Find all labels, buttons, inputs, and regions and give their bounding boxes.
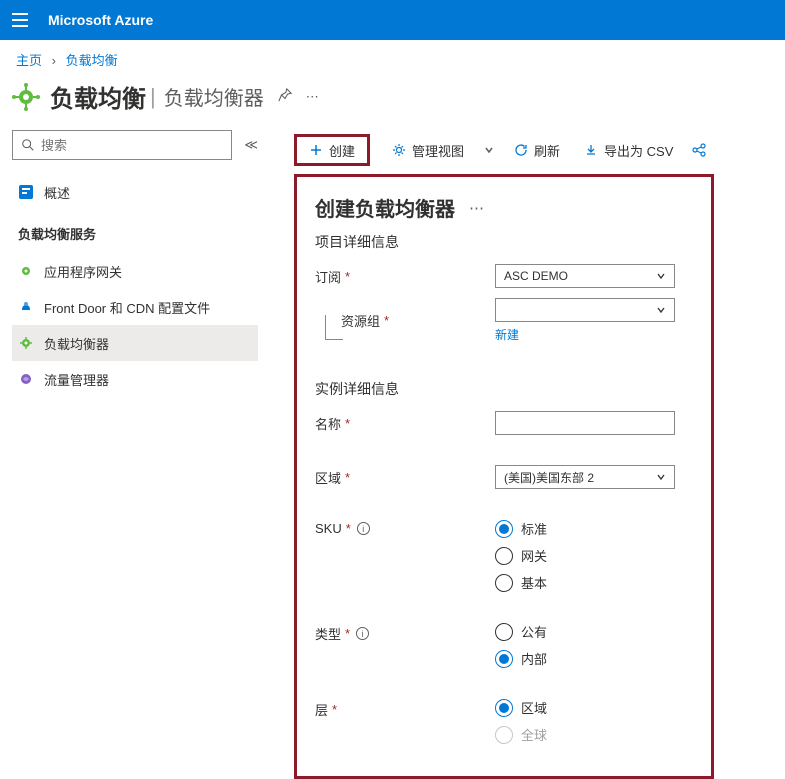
sidebar-item-appgateway[interactable]: 应用程序网关 xyxy=(12,253,258,289)
chevron-right-icon: › xyxy=(52,53,56,68)
sku-label: SKU* i xyxy=(315,519,495,536)
info-icon[interactable]: i xyxy=(356,627,369,640)
breadcrumb: 主页 › 负载均衡 xyxy=(0,40,785,79)
overview-icon xyxy=(18,184,34,200)
sidebar-item-label: 负载均衡器 xyxy=(44,334,109,353)
sidebar-collapse-icon[interactable]: ≪ xyxy=(244,137,258,153)
type-radio-internal[interactable]: 内部 xyxy=(495,649,693,668)
toolbar-label: 导出为 CSV xyxy=(604,141,673,160)
sidebar-item-loadbalancer[interactable]: 负载均衡器 xyxy=(12,325,258,361)
section-instance-label: 实例详细信息 xyxy=(315,379,693,399)
sidebar-item-label: 流量管理器 xyxy=(44,370,109,389)
region-select[interactable]: (美国)美国东部 2 xyxy=(495,465,675,489)
sku-radio-basic[interactable]: 基本 xyxy=(495,573,693,592)
sidebar-item-frontdoor[interactable]: Front Door 和 CDN 配置文件 xyxy=(12,289,258,325)
trafficmanager-icon xyxy=(18,371,34,387)
azure-topbar: Microsoft Azure xyxy=(0,0,785,40)
name-input[interactable] xyxy=(495,411,675,435)
region-label: 区域* xyxy=(315,468,495,487)
subscription-label: 订阅* xyxy=(315,267,495,286)
sidebar-item-label: Front Door 和 CDN 配置文件 xyxy=(44,298,210,317)
toolbar-label: 创建 xyxy=(329,141,355,160)
pin-icon[interactable] xyxy=(278,88,292,105)
chevron-down-icon xyxy=(656,271,666,281)
share-button[interactable] xyxy=(685,134,719,166)
loadbalancer-icon xyxy=(18,335,34,351)
breadcrumb-home[interactable]: 主页 xyxy=(16,53,42,68)
section-project-label: 项目详细信息 xyxy=(315,232,693,252)
hamburger-icon[interactable] xyxy=(12,13,28,27)
type-label: 类型* i xyxy=(315,622,495,643)
info-icon[interactable]: i xyxy=(357,522,370,535)
load-balancer-icon xyxy=(12,83,40,111)
download-icon xyxy=(584,143,598,157)
title-divider: | xyxy=(150,84,156,110)
sku-radio-gateway[interactable]: 网关 xyxy=(495,546,693,565)
share-icon xyxy=(691,142,707,158)
refresh-icon xyxy=(514,143,528,157)
type-radio-public[interactable]: 公有 xyxy=(495,622,693,641)
search-input-wrapper[interactable] xyxy=(12,130,232,160)
manage-view-button[interactable]: 管理视图 xyxy=(380,134,476,166)
brand-label: Microsoft Azure xyxy=(48,12,153,28)
sidebar-item-label: 应用程序网关 xyxy=(44,262,122,281)
main-content: 创建 管理视图 刷新 导出为 CSV 创建负载均衡器 ⋯ xyxy=(270,130,785,779)
tier-radio-global: 全球 xyxy=(495,725,693,744)
sidebar-item-label: 概述 xyxy=(44,183,70,202)
create-form-panel: 创建负载均衡器 ⋯ 项目详细信息 订阅* ASC DEMO 资源组* xyxy=(294,174,714,779)
new-resource-group-link[interactable]: 新建 xyxy=(495,326,693,343)
resource-group-label: 资源组* xyxy=(341,311,495,330)
more-icon[interactable]: ⋯ xyxy=(469,199,484,217)
toolbar: 创建 管理视图 刷新 导出为 CSV xyxy=(294,130,785,170)
sidebar: ≪ 概述 负载均衡服务 应用程序网关 Front Door 和 CDN 配置文件… xyxy=(0,130,270,779)
search-icon xyxy=(21,138,35,152)
frontdoor-icon xyxy=(18,299,34,315)
plus-icon xyxy=(309,143,323,157)
subscription-select[interactable]: ASC DEMO xyxy=(495,264,675,288)
sku-radio-standard[interactable]: 标准 xyxy=(495,519,693,538)
sidebar-item-trafficmanager[interactable]: 流量管理器 xyxy=(12,361,258,397)
chevron-down-icon[interactable] xyxy=(484,143,494,158)
toolbar-label: 刷新 xyxy=(534,141,560,160)
form-title: 创建负载均衡器 xyxy=(315,193,455,222)
refresh-button[interactable]: 刷新 xyxy=(502,134,572,166)
sidebar-section-header: 负载均衡服务 xyxy=(12,210,258,253)
page-title: 负载均衡 xyxy=(50,79,146,114)
search-input[interactable] xyxy=(41,138,223,153)
tier-radio-regional[interactable]: 区域 xyxy=(495,698,693,717)
sidebar-item-overview[interactable]: 概述 xyxy=(12,174,258,210)
chevron-down-icon xyxy=(656,305,666,315)
name-label: 名称* xyxy=(315,414,495,433)
breadcrumb-current[interactable]: 负载均衡 xyxy=(66,53,118,68)
more-icon[interactable]: ⋯ xyxy=(306,89,319,105)
page-title-row: 负载均衡 | 负载均衡器 ⋯ xyxy=(0,79,785,130)
chevron-down-icon xyxy=(656,472,666,482)
create-button[interactable]: 创建 xyxy=(294,134,370,166)
tier-label: 层* xyxy=(315,698,495,719)
export-csv-button[interactable]: 导出为 CSV xyxy=(572,134,685,166)
toolbar-label: 管理视图 xyxy=(412,141,464,160)
resource-group-select[interactable] xyxy=(495,298,675,322)
gear-icon xyxy=(392,143,406,157)
appgateway-icon xyxy=(18,263,34,279)
page-subtitle: 负载均衡器 xyxy=(164,82,264,111)
